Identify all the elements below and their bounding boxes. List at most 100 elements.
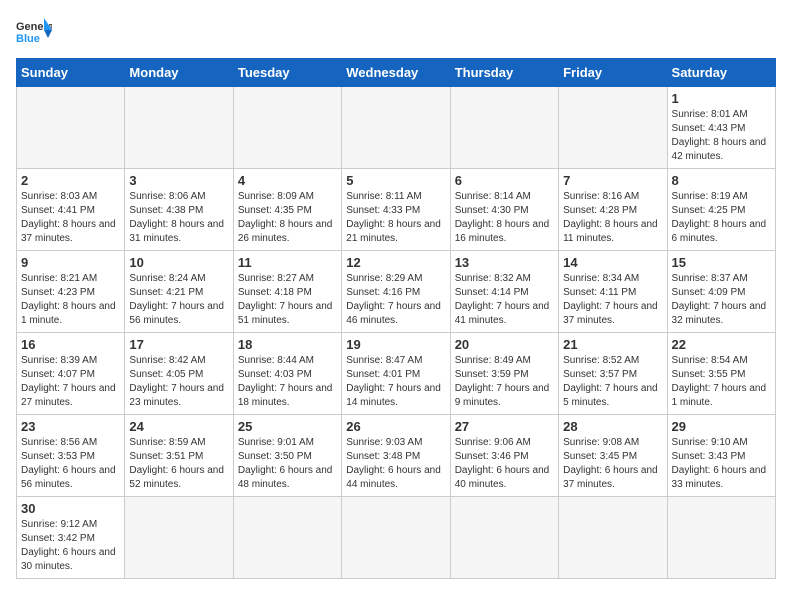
week-row-1: 1 Sunrise: 8:01 AM Sunset: 4:43 PM Daylig… (17, 87, 776, 169)
day-info: Sunrise: 8:32 AM Sunset: 4:14 PM Dayligh… (455, 272, 554, 328)
day-info: Sunrise: 8:56 AM Sunset: 3:53 PM Dayligh… (21, 436, 120, 492)
calendar-cell: 30Sunrise: 9:12 AM Sunset: 3:42 PM Dayli… (17, 497, 125, 579)
calendar-cell: 19 Sunrise: 8:47 AM Sunset: 4:01 PM Dayli… (342, 333, 450, 415)
day-info: Sunrise: 8:16 AM Sunset: 4:28 PM Dayligh… (563, 190, 662, 246)
day-number: 12 (346, 255, 445, 270)
calendar-cell: 29Sunrise: 9:10 AM Sunset: 3:43 PM Dayli… (667, 415, 775, 497)
day-info: Sunrise: 8:11 AM Sunset: 4:33 PM Dayligh… (346, 190, 445, 246)
day-info: Sunrise: 8:21 AM Sunset: 4:23 PM Dayligh… (21, 272, 120, 328)
day-info: Sunrise: 8:37 AM Sunset: 4:09 PM Dayligh… (672, 272, 771, 328)
day-number: 26 (346, 419, 445, 434)
calendar-cell: 13 Sunrise: 8:32 AM Sunset: 4:14 PM Dayli… (450, 251, 558, 333)
day-info: Sunrise: 8:59 AM Sunset: 3:51 PM Dayligh… (129, 436, 228, 492)
calendar-cell: 28Sunrise: 9:08 AM Sunset: 3:45 PM Dayli… (559, 415, 667, 497)
day-number: 13 (455, 255, 554, 270)
day-number: 11 (238, 255, 337, 270)
day-info: Sunrise: 8:52 AM Sunset: 3:57 PM Dayligh… (563, 354, 662, 410)
day-number: 3 (129, 173, 228, 188)
calendar-cell: 16 Sunrise: 8:39 AM Sunset: 4:07 PM Dayli… (17, 333, 125, 415)
svg-text:Blue: Blue (16, 33, 40, 45)
day-info: Sunrise: 9:10 AM Sunset: 3:43 PM Dayligh… (672, 436, 771, 492)
day-number: 21 (563, 337, 662, 352)
day-header-saturday: Saturday (667, 59, 775, 87)
calendar-cell: 18 Sunrise: 8:44 AM Sunset: 4:03 PM Dayli… (233, 333, 341, 415)
day-info: Sunrise: 8:24 AM Sunset: 4:21 PM Dayligh… (129, 272, 228, 328)
day-number: 16 (21, 337, 120, 352)
day-number: 4 (238, 173, 337, 188)
day-info: Sunrise: 8:29 AM Sunset: 4:16 PM Dayligh… (346, 272, 445, 328)
calendar-cell: 4 Sunrise: 8:09 AM Sunset: 4:35 PM Daylig… (233, 169, 341, 251)
calendar-cell (17, 87, 125, 169)
day-number: 24 (129, 419, 228, 434)
calendar-cell: 6 Sunrise: 8:14 AM Sunset: 4:30 PM Daylig… (450, 169, 558, 251)
calendar-cell (559, 87, 667, 169)
day-number: 15 (672, 255, 771, 270)
calendar-cell: 17 Sunrise: 8:42 AM Sunset: 4:05 PM Dayli… (125, 333, 233, 415)
day-info: Sunrise: 8:42 AM Sunset: 4:05 PM Dayligh… (129, 354, 228, 410)
day-info: Sunrise: 8:27 AM Sunset: 4:18 PM Dayligh… (238, 272, 337, 328)
calendar-cell: 25Sunrise: 9:01 AM Sunset: 3:50 PM Dayli… (233, 415, 341, 497)
day-info: Sunrise: 8:01 AM Sunset: 4:43 PM Dayligh… (672, 108, 771, 164)
day-header-tuesday: Tuesday (233, 59, 341, 87)
calendar-cell (667, 497, 775, 579)
day-info: Sunrise: 8:14 AM Sunset: 4:30 PM Dayligh… (455, 190, 554, 246)
day-info: Sunrise: 8:54 AM Sunset: 3:55 PM Dayligh… (672, 354, 771, 410)
day-number: 25 (238, 419, 337, 434)
day-info: Sunrise: 9:06 AM Sunset: 3:46 PM Dayligh… (455, 436, 554, 492)
calendar-cell: 8 Sunrise: 8:19 AM Sunset: 4:25 PM Daylig… (667, 169, 775, 251)
day-number: 18 (238, 337, 337, 352)
day-info: Sunrise: 8:44 AM Sunset: 4:03 PM Dayligh… (238, 354, 337, 410)
calendar-cell: 12 Sunrise: 8:29 AM Sunset: 4:16 PM Dayli… (342, 251, 450, 333)
day-info: Sunrise: 8:47 AM Sunset: 4:01 PM Dayligh… (346, 354, 445, 410)
week-row-3: 9Sunrise: 8:21 AM Sunset: 4:23 PM Daylig… (17, 251, 776, 333)
day-number: 19 (346, 337, 445, 352)
calendar-cell: 23 Sunrise: 8:56 AM Sunset: 3:53 PM Dayli… (17, 415, 125, 497)
day-number: 14 (563, 255, 662, 270)
calendar-cell (342, 497, 450, 579)
calendar: SundayMondayTuesdayWednesdayThursdayFrid… (16, 58, 776, 579)
day-number: 20 (455, 337, 554, 352)
calendar-cell: 26Sunrise: 9:03 AM Sunset: 3:48 PM Dayli… (342, 415, 450, 497)
calendar-cell (450, 87, 558, 169)
day-info: Sunrise: 8:19 AM Sunset: 4:25 PM Dayligh… (672, 190, 771, 246)
day-info: Sunrise: 8:49 AM Sunset: 3:59 PM Dayligh… (455, 354, 554, 410)
calendar-cell: 11 Sunrise: 8:27 AM Sunset: 4:18 PM Dayli… (233, 251, 341, 333)
day-number: 1 (672, 91, 771, 106)
day-number: 27 (455, 419, 554, 434)
calendar-cell: 9Sunrise: 8:21 AM Sunset: 4:23 PM Daylig… (17, 251, 125, 333)
logo: General Blue (16, 16, 52, 46)
day-info: Sunrise: 8:09 AM Sunset: 4:35 PM Dayligh… (238, 190, 337, 246)
calendar-cell (559, 497, 667, 579)
calendar-cell: 15 Sunrise: 8:37 AM Sunset: 4:09 PM Dayli… (667, 251, 775, 333)
header: General Blue (16, 16, 776, 46)
week-row-2: 2Sunrise: 8:03 AM Sunset: 4:41 PM Daylig… (17, 169, 776, 251)
day-number: 8 (672, 173, 771, 188)
day-header-sunday: Sunday (17, 59, 125, 87)
calendar-cell (233, 87, 341, 169)
day-number: 10 (129, 255, 228, 270)
week-row-4: 16 Sunrise: 8:39 AM Sunset: 4:07 PM Dayli… (17, 333, 776, 415)
day-header-thursday: Thursday (450, 59, 558, 87)
calendar-cell (125, 497, 233, 579)
calendar-cell: 14Sunrise: 8:34 AM Sunset: 4:11 PM Dayli… (559, 251, 667, 333)
calendar-cell: 27 Sunrise: 9:06 AM Sunset: 3:46 PM Dayli… (450, 415, 558, 497)
day-header-monday: Monday (125, 59, 233, 87)
day-number: 17 (129, 337, 228, 352)
calendar-cell: 2Sunrise: 8:03 AM Sunset: 4:41 PM Daylig… (17, 169, 125, 251)
day-number: 6 (455, 173, 554, 188)
day-number: 23 (21, 419, 120, 434)
days-header-row: SundayMondayTuesdayWednesdayThursdayFrid… (17, 59, 776, 87)
calendar-cell (342, 87, 450, 169)
calendar-cell: 20 Sunrise: 8:49 AM Sunset: 3:59 PM Dayli… (450, 333, 558, 415)
day-number: 7 (563, 173, 662, 188)
calendar-cell: 21 Sunrise: 8:52 AM Sunset: 3:57 PM Dayli… (559, 333, 667, 415)
day-header-friday: Friday (559, 59, 667, 87)
day-number: 22 (672, 337, 771, 352)
day-info: Sunrise: 8:39 AM Sunset: 4:07 PM Dayligh… (21, 354, 120, 410)
day-info: Sunrise: 9:08 AM Sunset: 3:45 PM Dayligh… (563, 436, 662, 492)
calendar-cell: 7 Sunrise: 8:16 AM Sunset: 4:28 PM Daylig… (559, 169, 667, 251)
day-number: 5 (346, 173, 445, 188)
week-row-5: 23 Sunrise: 8:56 AM Sunset: 3:53 PM Dayli… (17, 415, 776, 497)
week-row-6: 30Sunrise: 9:12 AM Sunset: 3:42 PM Dayli… (17, 497, 776, 579)
day-number: 30 (21, 501, 120, 516)
